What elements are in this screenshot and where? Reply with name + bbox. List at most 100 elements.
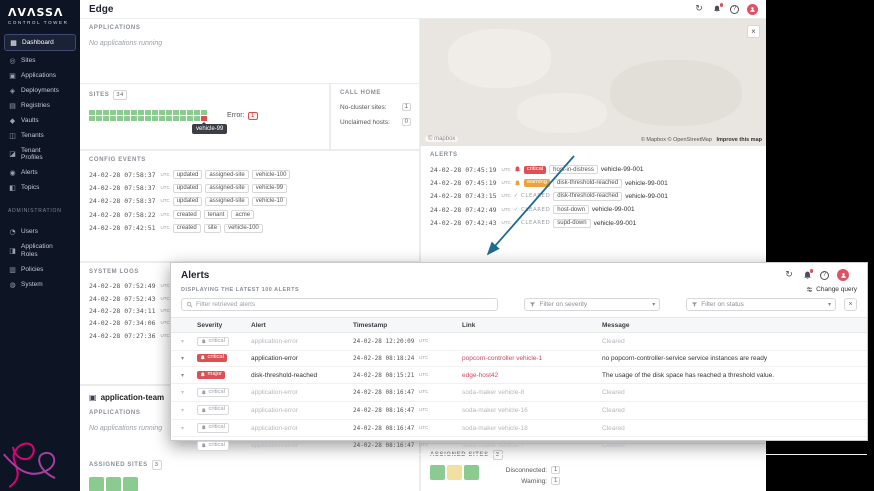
alert-link[interactable]: soda-maker vehicle-18 — [462, 425, 602, 432]
assigned-site-square-green[interactable] — [430, 465, 445, 481]
expand-chevron-icon[interactable]: ▾ — [171, 425, 197, 432]
change-query-button[interactable]: Change query — [806, 286, 857, 293]
help-icon[interactable]: ? — [730, 4, 739, 14]
site-square-ok[interactable] — [180, 110, 186, 116]
assigned-site-square-yellow[interactable] — [447, 465, 462, 481]
alert-row[interactable]: 24-02-28 07:45:19 UTC warning disk-thresho… — [421, 176, 766, 189]
site-square-ok[interactable] — [180, 116, 186, 122]
alerts-table-row[interactable]: ▾ critical application-error 24-02-28 08:16… — [171, 402, 867, 420]
site-square-ok[interactable] — [166, 116, 172, 122]
sidebar-item-applications[interactable]: ▣ Applications — [0, 68, 80, 83]
site-square-ok[interactable] — [159, 116, 165, 122]
alerts-table-row[interactable]: ▾ major disk-threshold-reached 24-02-28 08:… — [171, 367, 867, 385]
sidebar-item-topics[interactable]: ◧ Topics — [0, 181, 80, 196]
expand-chevron-icon[interactable]: ▾ — [171, 407, 197, 414]
sidebar-item-deployments[interactable]: ◈ Deployments — [0, 83, 80, 98]
site-square-ok[interactable] — [117, 116, 123, 122]
sidebar-item-tenants[interactable]: ◫ Tenants — [0, 128, 80, 143]
site-square-ok[interactable] — [145, 116, 151, 122]
alerts-table-row[interactable]: ▾ critical application-error 24-02-28 08:16… — [171, 420, 867, 438]
assigned-site-square-green[interactable] — [464, 465, 479, 481]
column-header-link[interactable]: Link — [462, 322, 602, 329]
site-square-ok[interactable] — [145, 110, 151, 116]
site-square-ok[interactable] — [138, 110, 144, 116]
assigned-site-square[interactable] — [106, 477, 121, 491]
sidebar-item-users[interactable]: ◔ Users — [0, 225, 80, 240]
search-input[interactable] — [196, 301, 494, 308]
alert-link[interactable]: popcorn-controller vehicle-1 — [462, 355, 602, 362]
alert-row[interactable]: 24-02-28 07:42:49 UTC ✓ CLEARED host-down v… — [421, 203, 766, 216]
site-square-ok[interactable] — [96, 110, 102, 116]
site-square-ok[interactable] — [89, 110, 95, 116]
config-event-row[interactable]: 24-02-28 07:58:37 UTC updated assigned-sit… — [80, 181, 419, 194]
expand-chevron-icon[interactable]: ▾ — [171, 372, 197, 379]
alert-link[interactable]: soda-maker vehicle-16 — [462, 407, 602, 414]
alerts-table-row[interactable]: ▾ critical application-error 24-02-28 12:20… — [171, 333, 867, 351]
alert-row[interactable]: 24-02-28 07:45:19 UTC critical host-in-dis… — [421, 163, 766, 176]
site-square-ok[interactable] — [124, 116, 130, 122]
site-square-ok[interactable] — [103, 116, 109, 122]
site-square-ok[interactable] — [124, 110, 130, 116]
assigned-site-square[interactable] — [89, 477, 104, 491]
alert-link[interactable]: soda-maker vehicle-7 — [462, 442, 602, 449]
site-square-ok[interactable] — [194, 116, 200, 122]
site-square-ok[interactable] — [166, 110, 172, 116]
site-square-ok[interactable] — [201, 110, 207, 116]
sidebar-item-registries[interactable]: ▤ Registries — [0, 98, 80, 113]
status-filter-select[interactable]: Filter on status ▾ — [686, 298, 837, 311]
site-square-ok[interactable] — [89, 116, 95, 122]
column-header-alert[interactable]: Alert — [251, 322, 353, 329]
sidebar-item-policies[interactable]: ▥ Policies — [0, 262, 80, 277]
sidebar-item-application-roles[interactable]: ◨ Application Roles — [0, 240, 80, 263]
expand-chevron-icon[interactable]: ▾ — [171, 442, 197, 449]
alerts-table-row[interactable]: ▾ critical application-error 24-02-28 08:16… — [171, 384, 867, 402]
refresh-icon[interactable]: ↻ — [784, 270, 794, 280]
refresh-icon[interactable]: ↻ — [694, 4, 704, 14]
site-square-ok[interactable] — [131, 110, 137, 116]
alert-row[interactable]: 24-02-28 07:42:43 UTC ✓ CLEARED supd-down v… — [421, 217, 766, 230]
severity-filter-select[interactable]: Filter on severity ▾ — [524, 298, 661, 311]
site-square-ok[interactable] — [194, 110, 200, 116]
site-square-ok[interactable] — [131, 116, 137, 122]
sidebar-item-vaults[interactable]: ◆ Vaults — [0, 113, 80, 128]
site-square-ok[interactable] — [117, 110, 123, 116]
improve-map-link[interactable]: Improve this map — [716, 137, 762, 143]
map-close-button[interactable]: × — [747, 25, 760, 38]
sidebar-item-sites[interactable]: ◎ Sites — [0, 53, 80, 68]
map[interactable]: × © mapbox © Mapbox © OpenStreetMap Impr… — [420, 19, 766, 146]
config-event-row[interactable]: 24-02-28 07:58:22 UTC created tenant acme — [80, 208, 419, 221]
help-icon[interactable]: ? — [820, 270, 829, 280]
alert-link[interactable]: edge-host42 — [462, 372, 602, 379]
sidebar-item-system[interactable]: ◍ System — [0, 277, 80, 292]
notifications-icon[interactable] — [712, 3, 723, 14]
notifications-icon[interactable] — [802, 269, 813, 280]
site-square-ok[interactable] — [110, 110, 116, 116]
alert-row[interactable]: 24-02-28 07:43:15 UTC ✓ CLEARED disk-thres… — [421, 190, 766, 203]
alert-link[interactable]: soda-maker vehicle-8 — [462, 389, 602, 396]
sidebar-item-tenant-profiles[interactable]: ◪ Tenant Profiles — [0, 143, 80, 166]
site-square-ok[interactable] — [187, 110, 193, 116]
column-header-message[interactable]: Message — [602, 322, 867, 329]
site-square-ok[interactable] — [173, 110, 179, 116]
sidebar-item-alerts[interactable]: ◉ Alerts — [0, 166, 80, 181]
site-square-ok[interactable] — [138, 116, 144, 122]
alerts-table-row[interactable]: ▾ critical application-error 24-02-28 08:16… — [171, 437, 867, 456]
config-event-row[interactable]: 24-02-28 07:58:37 UTC updated assigned-sit… — [80, 168, 419, 181]
column-header-timestamp[interactable]: Timestamp — [353, 322, 462, 329]
site-square-ok[interactable] — [103, 110, 109, 116]
site-square-ok[interactable] — [173, 116, 179, 122]
site-square-ok[interactable] — [110, 116, 116, 122]
sidebar-item-dashboard[interactable]: ▦ Dashboard — [4, 34, 76, 51]
config-event-row[interactable]: 24-02-28 07:58:37 UTC updated assigned-sit… — [80, 195, 419, 208]
site-square-ok[interactable] — [187, 116, 193, 122]
clear-filters-button[interactable]: × — [844, 298, 857, 311]
expand-chevron-icon[interactable]: ▾ — [171, 389, 197, 396]
config-event-row[interactable]: 24-02-28 07:42:51 UTC created site vehicle-… — [80, 222, 419, 235]
assigned-site-square[interactable] — [123, 477, 138, 491]
user-avatar[interactable] — [747, 3, 758, 15]
alerts-table-row[interactable]: ▾ critical application-error 24-02-28 08:18… — [171, 351, 867, 368]
site-square-ok[interactable] — [159, 110, 165, 116]
alerts-filter-box[interactable] — [181, 298, 499, 311]
expand-chevron-icon[interactable]: ▾ — [171, 355, 197, 362]
expand-chevron-icon[interactable]: ▾ — [171, 338, 197, 345]
